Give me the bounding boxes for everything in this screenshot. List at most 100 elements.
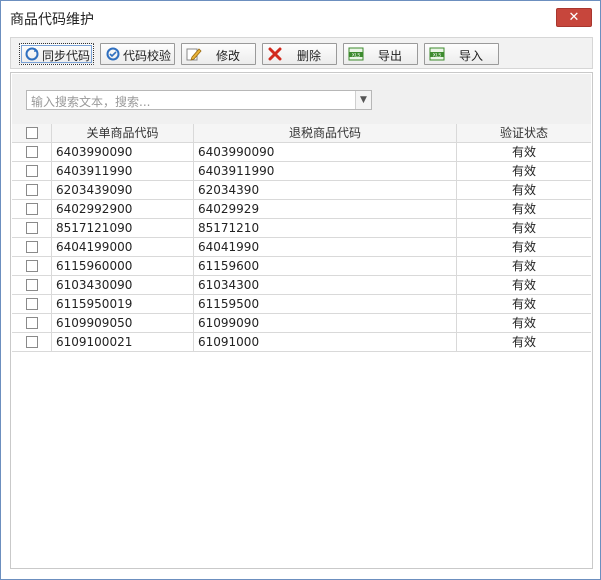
- row-checkbox[interactable]: [26, 222, 38, 234]
- status-cell: 有效: [511, 278, 536, 292]
- row-checkbox[interactable]: [26, 184, 38, 196]
- customs-code-cell: 6115950019: [52, 295, 194, 314]
- refund-code-cell: 6403990090: [194, 143, 457, 162]
- customs-code-cell: 6115960000: [52, 257, 194, 276]
- delete-button[interactable]: 删除: [262, 43, 337, 65]
- status-cell: 有效: [511, 164, 536, 178]
- select-all-cell: [12, 124, 52, 143]
- xls-export-icon: XLS: [348, 47, 364, 61]
- search-input[interactable]: 输入搜索文本，搜索... ▼: [26, 90, 372, 110]
- table-row[interactable]: 6109100021 61091000 有效: [12, 333, 591, 352]
- refund-code-cell: 61091000: [194, 333, 457, 352]
- row-checkbox[interactable]: [26, 279, 38, 291]
- refund-code-cell: 85171210: [194, 219, 457, 238]
- row-select-cell: [12, 333, 52, 352]
- customs-code-cell: 6402992900: [52, 200, 194, 219]
- close-button[interactable]: ✕: [556, 8, 592, 27]
- row-checkbox[interactable]: [26, 146, 38, 158]
- title-bar: 商品代码维护 ✕: [1, 1, 600, 33]
- table-row[interactable]: 6115960000 61159600 有效: [12, 257, 591, 276]
- verify-code-button[interactable]: 代码校验: [100, 43, 175, 65]
- row-checkbox[interactable]: [26, 260, 38, 272]
- status-cell: 有效: [511, 259, 536, 273]
- table-row[interactable]: 6404199000 64041990 有效: [12, 238, 591, 257]
- xls-import-icon: XLS: [429, 47, 445, 61]
- status-cell: 有效: [511, 240, 536, 254]
- chevron-down-icon[interactable]: ▼: [355, 91, 371, 109]
- refund-code-cell: 64029929: [194, 200, 457, 219]
- status-cell: 有效: [511, 221, 536, 235]
- content-panel: 输入搜索文本，搜索... ▼ 关单商品代码 退税商品代码 验证状态 640399…: [10, 72, 593, 569]
- sync-code-button[interactable]: 同步代码: [19, 43, 94, 65]
- row-checkbox[interactable]: [26, 317, 38, 329]
- edit-icon: [186, 47, 202, 61]
- edit-button[interactable]: 修改: [181, 43, 256, 65]
- table-row[interactable]: 6203439090 62034390 有效: [12, 181, 591, 200]
- status-cell: 有效: [511, 183, 536, 197]
- status-cell: 有效: [511, 145, 536, 159]
- status-cell: 有效: [511, 297, 536, 311]
- verify-code-label: 代码校验: [123, 49, 172, 63]
- row-select-cell: [12, 219, 52, 238]
- edit-label: 修改: [216, 49, 241, 63]
- search-panel: 输入搜索文本，搜索... ▼: [12, 74, 591, 124]
- customs-code-cell: 8517121090: [52, 219, 194, 238]
- row-checkbox[interactable]: [26, 165, 38, 177]
- export-button[interactable]: XLS 导出: [343, 43, 418, 65]
- table-row[interactable]: 6403990090 6403990090 有效: [12, 143, 591, 162]
- refund-code-cell: 61099090: [194, 314, 457, 333]
- customs-code-cell: 6109909050: [52, 314, 194, 333]
- row-checkbox[interactable]: [26, 336, 38, 348]
- row-select-cell: [12, 257, 52, 276]
- row-select-cell: [12, 143, 52, 162]
- delete-label: 删除: [297, 49, 322, 63]
- row-select-cell: [12, 200, 52, 219]
- refund-code-cell: 62034390: [194, 181, 457, 200]
- customs-code-cell: 6404199000: [52, 238, 194, 257]
- row-select-cell: [12, 295, 52, 314]
- search-placeholder: 输入搜索文本，搜索...: [31, 95, 151, 109]
- column-header-customs-code[interactable]: 关单商品代码: [52, 124, 194, 143]
- svg-text:XLS: XLS: [352, 52, 361, 58]
- select-all-checkbox[interactable]: [26, 127, 38, 139]
- import-label: 导入: [459, 49, 484, 63]
- column-header-status[interactable]: 验证状态: [457, 124, 591, 143]
- table-row[interactable]: 6403911990 6403911990 有效: [12, 162, 591, 181]
- table-row[interactable]: 6103430090 61034300 有效: [12, 276, 591, 295]
- row-select-cell: [12, 276, 52, 295]
- refund-code-cell: 6403911990: [194, 162, 457, 181]
- table-header: 关单商品代码 退税商品代码 验证状态: [12, 124, 591, 143]
- customs-code-cell: 6103430090: [52, 276, 194, 295]
- sync-icon: [24, 47, 40, 61]
- row-select-cell: [12, 314, 52, 333]
- row-checkbox[interactable]: [26, 203, 38, 215]
- svg-text:XLS: XLS: [433, 52, 442, 58]
- customs-code-cell: 6403990090: [52, 143, 194, 162]
- sync-code-label: 同步代码: [42, 49, 91, 63]
- row-checkbox[interactable]: [26, 298, 38, 310]
- status-cell: 有效: [511, 202, 536, 216]
- table-row[interactable]: 6402992900 64029929 有效: [12, 200, 591, 219]
- customs-code-cell: 6403911990: [52, 162, 194, 181]
- toolbar: 同步代码 代码校验 修改 删除 XLS 导出 XLS 导入: [10, 37, 593, 69]
- customs-code-cell: 6203439090: [52, 181, 194, 200]
- status-cell: 有效: [511, 335, 536, 349]
- product-code-window: 商品代码维护 ✕ 同步代码 代码校验 修改 删除 XLS 导出 XLS 导入 输…: [0, 0, 601, 580]
- refund-code-cell: 61159500: [194, 295, 457, 314]
- verify-icon: [105, 47, 121, 61]
- row-checkbox[interactable]: [26, 241, 38, 253]
- import-button[interactable]: XLS 导入: [424, 43, 499, 65]
- row-select-cell: [12, 162, 52, 181]
- refund-code-cell: 61034300: [194, 276, 457, 295]
- refund-code-cell: 61159600: [194, 257, 457, 276]
- customs-code-cell: 6109100021: [52, 333, 194, 352]
- export-label: 导出: [378, 49, 403, 63]
- window-title: 商品代码维护: [10, 12, 94, 28]
- refund-code-cell: 64041990: [194, 238, 457, 257]
- table-row[interactable]: 6115950019 61159500 有效: [12, 295, 591, 314]
- table-row[interactable]: 8517121090 85171210 有效: [12, 219, 591, 238]
- column-header-refund-code[interactable]: 退税商品代码: [194, 124, 457, 143]
- row-select-cell: [12, 238, 52, 257]
- row-select-cell: [12, 181, 52, 200]
- table-row[interactable]: 6109909050 61099090 有效: [12, 314, 591, 333]
